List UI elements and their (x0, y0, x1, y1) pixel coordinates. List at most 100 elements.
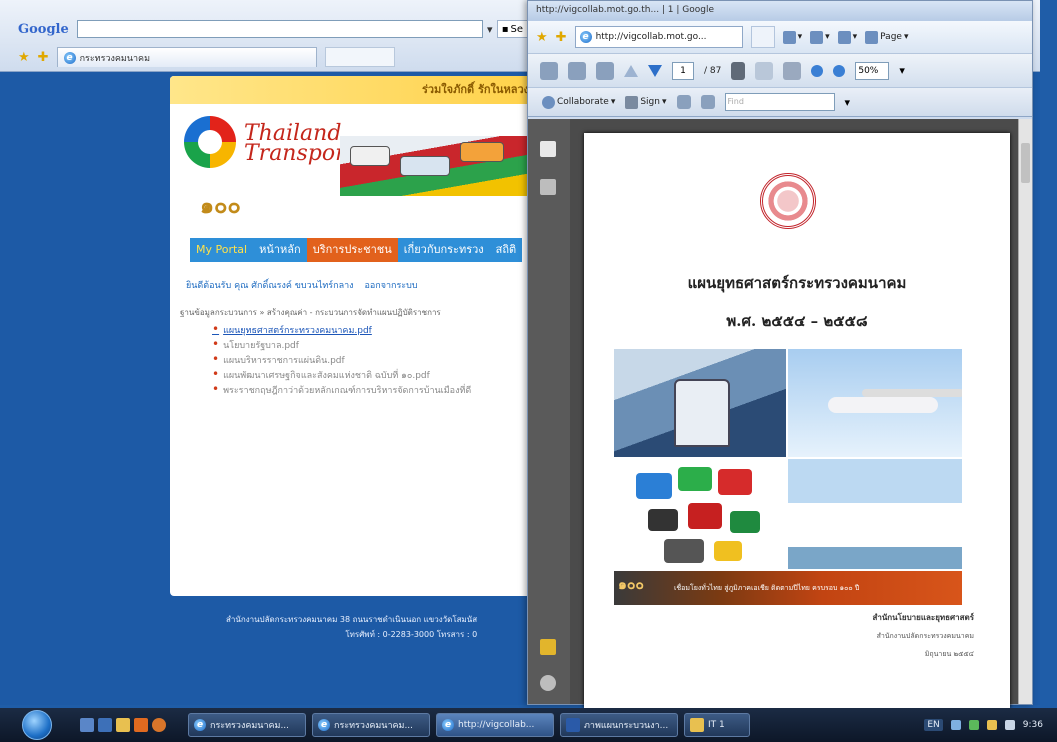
network-icon[interactable] (950, 720, 961, 730)
email-icon[interactable] (596, 61, 614, 80)
print-button[interactable]: ▾ (837, 30, 857, 44)
page-icon (865, 30, 879, 44)
transport-illustration (340, 136, 535, 196)
fit-width-icon[interactable] (676, 95, 691, 109)
collaborate-button[interactable]: Collaborate ▾ (542, 95, 615, 109)
file-link[interactable]: แผนพัฒนาเศรษฐกิจและสังคมแห่งชาติ ฉบับที่… (212, 367, 471, 382)
file-link[interactable]: แผนยุทธศาสตร์กระทรวงคมนาคม.pdf (212, 322, 471, 337)
media-player-icon[interactable] (134, 718, 148, 732)
taskbar-item[interactable]: e กระทรวงคมนาคม... (188, 713, 306, 737)
zoom-in-icon[interactable] (833, 64, 846, 77)
document-department: สำนักงานปลัดกระทรวงคมนาคม (876, 632, 974, 640)
google-logo[interactable]: Google (18, 22, 69, 37)
update-icon[interactable] (986, 720, 997, 730)
home-button[interactable]: ▾ (782, 30, 802, 44)
word-icon (566, 718, 580, 732)
add-favorite-icon[interactable]: ✚ (556, 30, 567, 45)
paperclip-icon[interactable] (540, 675, 556, 691)
switch-windows-icon[interactable] (98, 718, 112, 732)
tab-about[interactable]: เกี่ยวกับกระทรวง (397, 238, 490, 262)
save-icon[interactable] (568, 61, 586, 80)
favorites-star-icon[interactable]: ★ (536, 30, 548, 45)
firefox-icon[interactable] (152, 718, 166, 732)
taskbar-item-label: กระทรวงคมนาคม... (334, 721, 414, 731)
document-period: พ.ศ. ๒๕๕๔ – ๒๕๕๘ (726, 312, 868, 330)
buses-photo (614, 459, 786, 569)
page-menu[interactable]: Page ▾ (865, 30, 908, 44)
sign-button[interactable]: Sign ▾ (625, 95, 667, 109)
tab-services[interactable]: บริการประชาชน (306, 238, 398, 262)
tab-my-portal[interactable]: My Portal (190, 238, 254, 262)
file-link[interactable]: พระราชกฤษฎีกาว่าด้วยหลักเกณฑ์การบริหารจั… (212, 382, 471, 397)
chevron-down-icon[interactable]: ▾ (483, 23, 497, 36)
portal-footer: สำนักงานปลัดกระทรวงคมนาคม 38 ถนนราชดำเนิ… (226, 612, 477, 642)
zoom-out-icon[interactable] (811, 64, 824, 77)
home-icon (782, 30, 796, 44)
tab-home[interactable]: หน้าหลัก (253, 238, 307, 262)
select-text-icon[interactable] (731, 61, 746, 80)
zoom-level-input[interactable]: 50% (855, 61, 890, 80)
document-date: มิถุนายน ๒๕๕๔ (924, 650, 974, 658)
vertical-scrollbar[interactable] (1018, 119, 1032, 704)
explorer-icon[interactable] (116, 718, 130, 732)
attachments-panel-icon[interactable] (540, 179, 556, 195)
start-button[interactable] (22, 710, 52, 740)
user-greeting: ยินดีต้อนรับ คุณ ศักดิ์ณรงค์ ขบวนไทร์กลา… (186, 278, 418, 292)
welcome-strip: ร่วมใจภักดิ์ รักในหลวง (170, 76, 535, 104)
taskbar-item[interactable]: ภาพแผนกระบวนงา... (560, 713, 678, 737)
document-title: แผนยุทธศาสตร์กระทรวงคมนาคม (687, 274, 907, 292)
ie-icon: e (318, 719, 330, 731)
portal-logo-icon (184, 116, 236, 168)
document-ribbon: ๑๐๐ เชื่อมโยงทั่วไทย สู่ภูมิภาคเอเชีย ติ… (614, 571, 962, 605)
google-search-button[interactable]: ▪ Se (496, 20, 528, 38)
new-tab-button[interactable] (750, 26, 775, 48)
tab-title: กระทรวงคมนาคม (79, 53, 151, 64)
google-search-input[interactable] (76, 20, 483, 38)
taskbar-item[interactable]: e กระทรวงคมนาคม... (312, 713, 430, 737)
new-tab-button[interactable] (324, 47, 395, 67)
marquee-zoom-icon[interactable] (783, 61, 802, 80)
tab-portal[interactable]: e กระทรวงคมนาคม (56, 47, 317, 67)
find-input[interactable]: Find (724, 93, 835, 111)
full-screen-icon[interactable] (700, 95, 715, 109)
show-desktop-icon[interactable] (80, 718, 94, 732)
pages-panel-icon[interactable] (540, 141, 556, 157)
tab-pdf[interactable]: e http://vigcollab.mot.go... (574, 26, 743, 48)
previous-page-icon[interactable] (624, 64, 638, 77)
hand-tool-icon[interactable] (755, 61, 774, 80)
pdf-browser-navbar: ★ ✚ e http://vigcollab.mot.go... ▾ ▾ ▾ P… (528, 21, 1032, 53)
chevron-down-icon[interactable]: ▾ (899, 64, 905, 77)
taskbar-item[interactable]: e http://vigcollab... (436, 713, 554, 737)
pdf-window-titlebar[interactable]: http://vigcollab.mot.go.th... | 1 | Goog… (528, 1, 1032, 21)
volume-icon[interactable] (1004, 720, 1015, 730)
taskbar-item[interactable]: IT 1 (684, 713, 750, 737)
logout-link[interactable]: ออกจากระบบ (364, 281, 417, 291)
bus-illustration (648, 509, 678, 531)
pen-icon (625, 95, 639, 109)
chevron-down-icon[interactable]: ▾ (845, 96, 851, 109)
truck-illustration (460, 142, 504, 162)
taskbar: e กระทรวงคมนาคม... e กระทรวงคมนาคม... e htt… (0, 708, 1057, 742)
language-indicator[interactable]: EN (924, 719, 943, 731)
bus-illustration (350, 146, 390, 166)
print-icon (837, 30, 851, 44)
security-icon[interactable] (968, 720, 979, 730)
taskbar-item-label: http://vigcollab... (458, 720, 535, 730)
pdf-sidebar (528, 119, 570, 704)
file-link[interactable]: แผนบริหารราชการแผ่นดิน.pdf (212, 352, 471, 367)
file-list: แผนยุทธศาสตร์กระทรวงคมนาคม.pdf นโยบายรัฐ… (212, 322, 471, 397)
favorites-star-icon[interactable]: ★ (18, 50, 30, 65)
ie-icon: e (579, 31, 592, 43)
tab-stats[interactable]: สถิติ (489, 238, 523, 262)
system-tray: EN 9:36 (924, 719, 1043, 731)
page-number-input[interactable]: 1 (672, 61, 694, 80)
feeds-button[interactable]: ▾ (810, 30, 830, 44)
file-link[interactable]: นโยบายรัฐบาล.pdf (212, 337, 471, 352)
next-page-icon[interactable] (648, 64, 662, 77)
google-toolbar: Google ▾ ▪ Se (18, 18, 528, 40)
page-menu-label: Page (880, 32, 902, 42)
print-icon[interactable] (540, 61, 558, 80)
add-favorite-icon[interactable]: ✚ (38, 50, 49, 65)
comments-panel-icon[interactable] (540, 639, 556, 655)
scrollbar-thumb[interactable] (1021, 143, 1030, 183)
